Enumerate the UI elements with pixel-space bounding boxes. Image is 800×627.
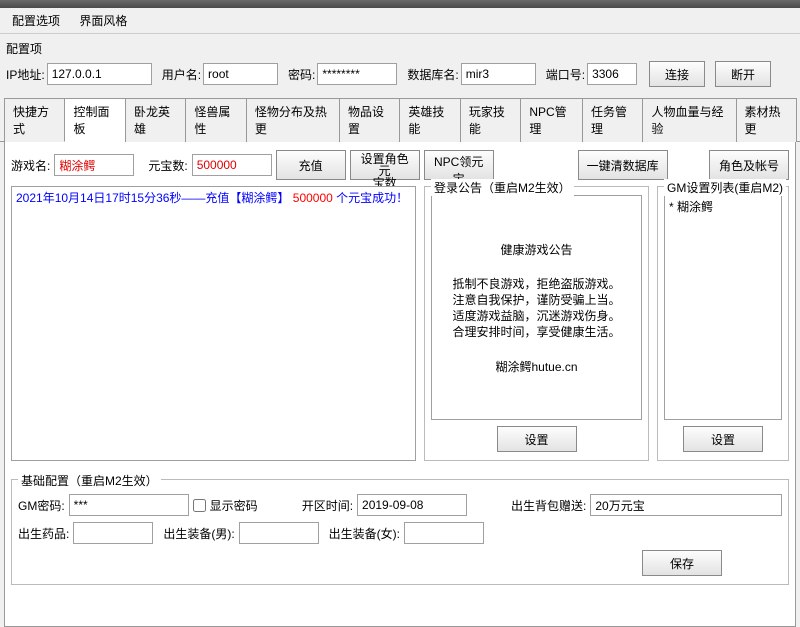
birth-med-input[interactable] <box>73 522 153 544</box>
disconnect-button[interactable]: 断开 <box>715 61 771 87</box>
gm-pwd-label: GM密码: <box>18 497 65 514</box>
tab-9[interactable]: 任务管理 <box>582 98 643 142</box>
port-label: 端口号: <box>546 66 585 83</box>
role-account-button[interactable]: 角色及帐号 <box>709 150 789 180</box>
gm-pwd-input[interactable] <box>69 494 189 516</box>
user-input[interactable] <box>203 63 278 85</box>
tab-bar: 快捷方式控制面板卧龙英雄怪兽属性怪物分布及热更物品设置英雄技能玩家技能NPC管理… <box>0 97 800 142</box>
login-notice-fieldset: 登录公告（重启M2生效） 健康游戏公告 抵制不良游戏，拒绝盗版游戏。 注意自我保… <box>424 186 649 461</box>
tab-5[interactable]: 物品设置 <box>339 98 400 142</box>
log-textarea[interactable]: 2021年10月14日17时15分36秒——充值【糊涂鳄】 500000 个元宝… <box>11 186 416 461</box>
set-role-yuanbao-button[interactable]: 设置角色元宝数 <box>350 150 420 180</box>
open-time-label: 开区时间: <box>302 497 353 514</box>
tab-3[interactable]: 怪兽属性 <box>185 98 246 142</box>
login-notice-set-button[interactable]: 设置 <box>497 426 577 452</box>
menu-ui-style[interactable]: 界面风格 <box>71 10 135 31</box>
npc-yuanbao-button[interactable]: NPC领元宝 <box>424 150 494 180</box>
menu-bar: 配置选项 界面风格 <box>0 8 800 34</box>
game-name-label: 游戏名: <box>11 157 50 174</box>
gm-listbox[interactable]: * 糊涂鳄 <box>664 195 782 420</box>
tab-content-control-panel: 游戏名: 元宝数: 充值 设置角色元宝数 NPC领元宝 一键清数据库 角色及帐号… <box>4 142 796 627</box>
tab-1[interactable]: 控制面板 <box>64 98 125 142</box>
log-text-2: 500000 <box>289 191 336 205</box>
show-pwd-label: 显示密码 <box>210 497 258 514</box>
gm-list-fieldset: GM设置列表(重启M2) * 糊涂鳄 设置 <box>657 186 789 461</box>
config-header: 配置项 <box>6 40 42 57</box>
tab-0[interactable]: 快捷方式 <box>4 98 65 142</box>
notice-lines: 抵制不良游戏，拒绝盗版游戏。 注意自我保护，谨防受骗上当。 适度游戏益脑，沉迷游… <box>438 276 635 340</box>
tab-6[interactable]: 英雄技能 <box>399 98 460 142</box>
yuanbao-label: 元宝数: <box>148 157 187 174</box>
connect-button[interactable]: 连接 <box>649 61 705 87</box>
tab-4[interactable]: 怪物分布及热更 <box>246 98 340 142</box>
ip-input[interactable] <box>47 63 152 85</box>
birth-bag-input[interactable] <box>590 494 782 516</box>
ip-label: IP地址: <box>6 66 45 83</box>
db-input[interactable] <box>461 63 536 85</box>
log-text-3: 个元宝成功！ <box>336 191 408 205</box>
notice-title: 健康游戏公告 <box>438 241 635 258</box>
window-titlebar <box>0 0 800 8</box>
pwd-label: 密码: <box>288 66 315 83</box>
user-label: 用户名: <box>162 66 201 83</box>
basic-config-legend: 基础配置（重启M2生效） <box>18 472 161 489</box>
db-label: 数据库名: <box>407 66 458 83</box>
tab-10[interactable]: 人物血量与经验 <box>642 98 736 142</box>
control-row: 游戏名: 元宝数: 充值 设置角色元宝数 NPC领元宝 一键清数据库 角色及帐号 <box>11 150 789 180</box>
recharge-button[interactable]: 充值 <box>276 150 346 180</box>
login-notice-box[interactable]: 健康游戏公告 抵制不良游戏，拒绝盗版游戏。 注意自我保护，谨防受骗上当。 适度游… <box>431 195 642 420</box>
tab-11[interactable]: 素材热更 <box>736 98 797 142</box>
birth-equip-m-label: 出生装备(男): <box>163 525 234 542</box>
birth-med-label: 出生药品: <box>18 525 69 542</box>
birth-equip-f-input[interactable] <box>404 522 484 544</box>
gm-list-legend: GM设置列表(重启M2) <box>664 179 786 196</box>
port-input[interactable] <box>587 63 637 85</box>
basic-config-fieldset: 基础配置（重启M2生效） GM密码: 显示密码 开区时间: 出生背包赠送: 出生… <box>11 479 789 585</box>
birth-bag-label: 出生背包赠送: <box>511 497 586 514</box>
notice-footer: 糊涂鳄hutue.cn <box>438 358 635 375</box>
show-pwd-checkbox[interactable] <box>193 499 206 512</box>
birth-equip-f-label: 出生装备(女): <box>329 525 400 542</box>
yuanbao-input[interactable] <box>192 154 272 176</box>
tab-7[interactable]: 玩家技能 <box>460 98 521 142</box>
open-time-input[interactable] <box>357 494 467 516</box>
pwd-input[interactable] <box>317 63 397 85</box>
tab-2[interactable]: 卧龙英雄 <box>125 98 186 142</box>
clear-db-button[interactable]: 一键清数据库 <box>578 150 668 180</box>
menu-config-options[interactable]: 配置选项 <box>4 10 68 31</box>
game-name-input[interactable] <box>54 154 134 176</box>
tab-8[interactable]: NPC管理 <box>520 98 583 142</box>
gm-list-item[interactable]: * 糊涂鳄 <box>669 198 777 215</box>
connection-row: IP地址: 用户名: 密码: 数据库名: 端口号: 连接 断开 <box>6 59 794 93</box>
gm-set-button[interactable]: 设置 <box>683 426 763 452</box>
log-text-1: 2021年10月14日17时15分36秒——充值【糊涂鳄】 <box>16 191 289 205</box>
birth-equip-m-input[interactable] <box>239 522 319 544</box>
login-notice-legend: 登录公告（重启M2生效） <box>431 179 574 196</box>
save-button[interactable]: 保存 <box>642 550 722 576</box>
